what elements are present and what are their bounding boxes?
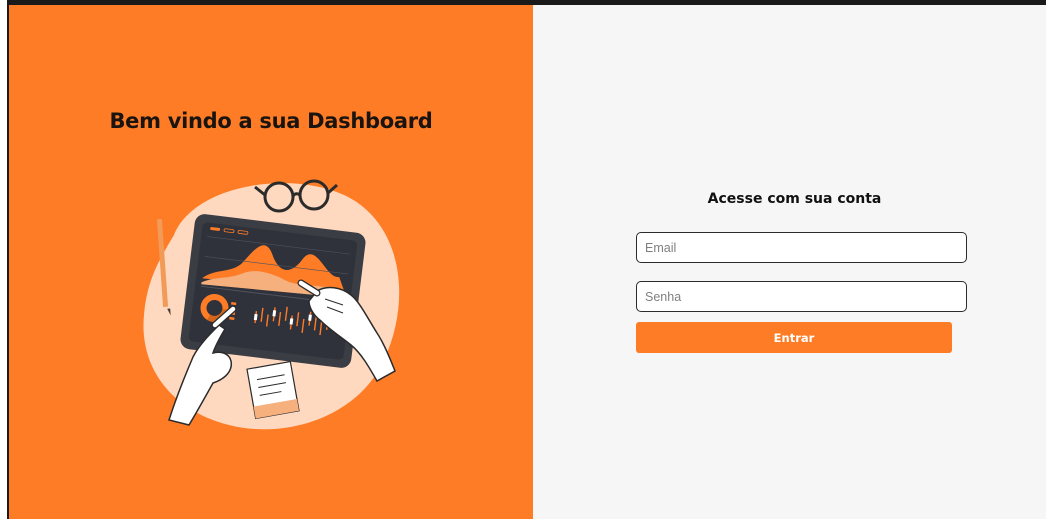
tablet-dashboard-illustration — [143, 179, 400, 430]
login-button[interactable]: Entrar — [636, 322, 952, 353]
page-frame: Bem vindo a sua Dashboard Acesse com sua… — [0, 0, 1046, 519]
welcome-title: Bem vindo a sua Dashboard — [109, 109, 433, 133]
email-field[interactable] — [636, 232, 967, 263]
login-panel: Acesse com sua conta Entrar — [533, 5, 1046, 519]
welcome-hero: Bem vindo a sua Dashboard — [9, 5, 533, 519]
password-field[interactable] — [636, 281, 967, 312]
login-title: Acesse com sua conta — [707, 191, 882, 207]
sticky-note-icon — [246, 360, 300, 420]
